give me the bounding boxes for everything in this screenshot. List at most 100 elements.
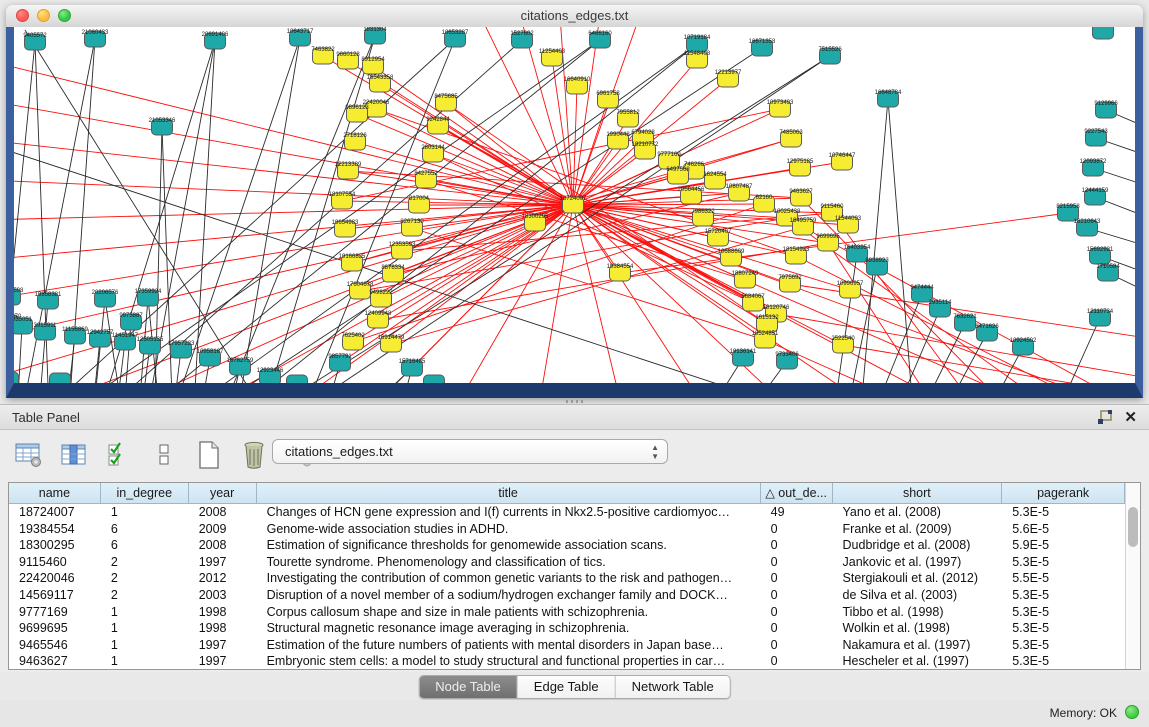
table-row[interactable]: 911546021997Tourette syndrome. Phenomeno… [9, 554, 1125, 571]
graph-node[interactable]: 10746447 [829, 153, 856, 170]
graph-node[interactable]: 18107554 [329, 192, 356, 209]
graph-node[interactable]: 9227543 [1084, 129, 1108, 146]
graph-node[interactable]: 19858381 [35, 292, 62, 309]
float-window-icon[interactable] [1097, 410, 1113, 425]
graph-node[interactable]: 9975887 [119, 313, 143, 330]
graph-node[interactable]: 18724007 [560, 196, 587, 213]
graph-node[interactable]: 9498222 [369, 290, 393, 307]
graph-node[interactable]: 1710584 [1096, 264, 1120, 281]
column-header-year[interactable]: year [189, 483, 257, 504]
graph-node[interactable]: 20206576 [92, 290, 119, 307]
graph-node[interactable]: 19384554 [607, 264, 634, 281]
table-row[interactable]: 1830029562008Estimation of significance … [9, 537, 1125, 554]
graph-node[interactable] [287, 375, 308, 383]
graph-node[interactable]: 8912954 [361, 57, 385, 74]
graph-node[interactable]: 9129966 [1094, 101, 1118, 118]
delete-table-icon[interactable] [239, 440, 269, 470]
graph-node[interactable]: 9857791 [328, 354, 352, 371]
graph-node[interactable]: 1624554 [703, 172, 727, 189]
graph-node[interactable]: 2522540 [831, 336, 855, 353]
network-table-select[interactable]: citations_edges.txt ▲▼ [272, 439, 668, 464]
graph-node[interactable]: 7515526 [818, 47, 842, 64]
table-row[interactable]: 969969511998Structural magnetic resonanc… [9, 620, 1125, 637]
tab-network-table[interactable]: Network Table [616, 676, 730, 698]
graph-node[interactable]: 9733406 [775, 352, 799, 369]
tab-node-table[interactable]: Node Table [419, 676, 518, 698]
graph-node[interactable]: 9405572 [23, 33, 47, 50]
graph-node[interactable]: 15692921 [1087, 247, 1114, 264]
graph-node[interactable]: 10653287 [442, 30, 469, 47]
table-row[interactable]: 946554611997Estimation of the future num… [9, 637, 1125, 654]
graph-node[interactable]: 19136141 [730, 349, 757, 366]
close-icon[interactable]: ✕ [1124, 408, 1137, 426]
graph-node[interactable]: 9660128 [336, 52, 360, 69]
graph-node[interactable]: 6961758 [596, 91, 620, 108]
table-settings-icon[interactable] [14, 440, 44, 470]
graph-node[interactable]: 18154923 [783, 247, 810, 264]
graph-node[interactable]: 21650598 [14, 288, 24, 305]
graph-node[interactable]: 9463627 [789, 189, 813, 206]
graph-node[interactable]: 19210772 [632, 142, 659, 159]
graph-node[interactable]: 16495759 [790, 218, 817, 235]
graph-node[interactable]: 11156869 [62, 327, 88, 344]
graph-node[interactable]: 12923446 [257, 368, 284, 383]
graph-node[interactable]: 16914479 [378, 335, 405, 352]
graph-node[interactable]: 835051 [14, 317, 33, 334]
graph-node[interactable]: 817004 [409, 196, 430, 213]
graph-node[interactable]: 8878334 [381, 265, 405, 282]
graph-node[interactable]: 10973493 [767, 100, 794, 117]
graph-node[interactable]: 12975185 [787, 159, 814, 176]
table-row[interactable]: 1872400712008Changes of HCN gene express… [9, 504, 1125, 521]
graph-node[interactable]: 17957223 [168, 341, 195, 358]
graph-canvas[interactable]: 9405572210604332069140610643717183130410… [14, 27, 1135, 383]
graph-node[interactable]: 2718126 [343, 133, 367, 150]
graph-node[interactable]: 11254403 [539, 49, 566, 66]
graph-node[interactable]: 20564456 [678, 187, 705, 204]
graph-node[interactable]: 1615132 [755, 315, 779, 332]
graph-node[interactable]: 15716485 [399, 359, 426, 376]
graph-node[interactable]: 10996957 [837, 281, 864, 298]
graph-node[interactable]: 16648784 [875, 90, 902, 107]
graph-node[interactable]: 17359924 [135, 289, 162, 306]
graph-node[interactable]: 20691406 [202, 32, 229, 49]
graph-node[interactable]: 11548408 [684, 51, 711, 68]
graph-node[interactable]: 16210643 [1074, 219, 1101, 236]
graph-node[interactable]: 1990448 [606, 132, 630, 149]
column-header-short[interactable]: short [833, 483, 1003, 504]
graph-node[interactable]: 12353593 [389, 242, 416, 259]
table-row[interactable]: 2242004622012Investigating the contribut… [9, 570, 1125, 587]
graph-node[interactable]: 6466160 [588, 31, 612, 48]
graph-node[interactable]: 1527602 [510, 31, 534, 48]
graph-node[interactable]: 10688609 [718, 249, 745, 266]
memory-status-indicator[interactable] [1125, 705, 1139, 719]
graph-node[interactable]: 21053346 [149, 118, 176, 135]
graph-node[interactable]: 18807249 [732, 271, 759, 288]
graph-node[interactable]: 18300295 [522, 214, 549, 231]
graph-node[interactable]: 8427552 [414, 171, 438, 188]
graph-node[interactable]: 11451947 [112, 333, 139, 350]
graph-node[interactable]: 7955812 [616, 110, 640, 127]
select-columns-icon[interactable] [104, 440, 134, 470]
graph-node[interactable]: 19524851 [752, 331, 779, 348]
column-header-title[interactable]: title [257, 483, 761, 504]
graph-node[interactable]: 12213389 [335, 162, 362, 179]
graph-node[interactable]: 15720407 [705, 229, 732, 246]
graph-node[interactable]: 10643717 [287, 29, 314, 46]
graph-node[interactable]: 16671358 [749, 39, 776, 56]
graph-node[interactable]: 7975692 [778, 275, 802, 292]
row-height-icon[interactable] [149, 440, 179, 470]
graph-node[interactable]: 10807487 [726, 184, 753, 201]
column-header-name[interactable]: name [9, 483, 101, 504]
graph-node[interactable]: 10719184 [684, 35, 711, 52]
graph-node[interactable]: 3915911 [34, 323, 58, 340]
graph-node[interactable]: 12505135 [137, 337, 164, 354]
divider-grip-icon[interactable] [566, 400, 584, 403]
graph-node[interactable]: 10924502 [1010, 338, 1037, 355]
column-header-in-degree[interactable]: in_degree [101, 483, 189, 504]
new-table-icon[interactable] [194, 440, 224, 470]
window-titlebar[interactable]: citations_edges.txt [6, 5, 1143, 28]
graph-node[interactable]: 12409948 [365, 311, 392, 328]
graph-node[interactable]: 1831304 [363, 27, 387, 44]
graph-node[interactable] [50, 373, 71, 383]
graph-node[interactable]: 2935114 [929, 300, 953, 317]
